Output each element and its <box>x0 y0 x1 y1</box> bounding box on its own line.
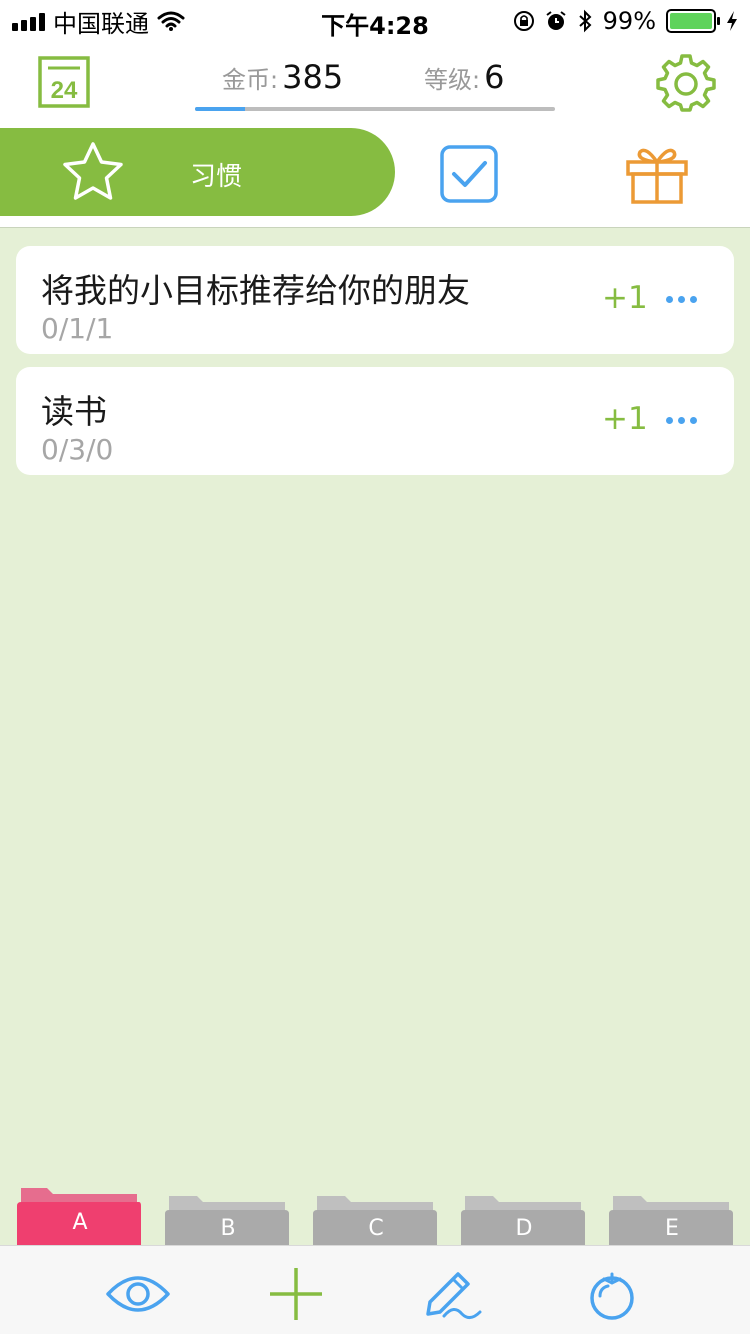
folder-tab-a[interactable]: A <box>17 1186 143 1246</box>
folder-label: C <box>368 1216 384 1241</box>
habit-progress: 0/1/1 <box>41 312 114 345</box>
add-icon[interactable] <box>264 1266 328 1322</box>
folder-label: D <box>515 1216 533 1241</box>
habit-title: 将我的小目标推荐给你的朋友 <box>41 271 470 310</box>
gift-icon[interactable] <box>624 142 690 206</box>
folder-tab-b[interactable]: B <box>165 1186 291 1246</box>
folder-label: A <box>72 1210 88 1235</box>
calendar-icon[interactable]: 24 <box>38 56 90 108</box>
habit-title: 读书 <box>41 392 107 431</box>
folder-tab-d[interactable]: D <box>461 1186 587 1246</box>
bottom-toolbar <box>0 1245 750 1334</box>
coins-stat: 金币: 385 <box>222 58 343 96</box>
folder-tab-e[interactable]: E <box>609 1186 735 1246</box>
tab-habits-label: 习惯 <box>190 162 243 192</box>
calendar-day: 24 <box>51 77 78 104</box>
charging-icon <box>727 11 737 31</box>
header: 24 金币: 385 等级: 6 <box>0 40 750 128</box>
battery-percent: 99% <box>602 7 656 35</box>
folder-label: E <box>665 1216 679 1241</box>
plus-one-button[interactable]: +1 <box>602 280 648 316</box>
tomato-icon[interactable] <box>580 1266 644 1322</box>
habit-list: 将我的小目标推荐给你的朋友 0/1/1 +1 读书 0/3/0 +1 <box>16 246 734 488</box>
star-icon <box>63 142 123 200</box>
level-value: 6 <box>484 58 505 96</box>
eye-icon[interactable] <box>106 1266 170 1322</box>
rotation-lock-icon <box>513 11 534 31</box>
stats: 金币: 385 等级: 6 <box>194 58 556 98</box>
level-label: 等级: <box>424 66 481 94</box>
more-icon[interactable] <box>666 296 697 303</box>
folder-tab-c[interactable]: C <box>313 1186 439 1246</box>
habit-card[interactable]: 将我的小目标推荐给你的朋友 0/1/1 +1 <box>16 246 734 354</box>
status-bar: 中国联通 下午4:28 99% <box>0 0 750 40</box>
tab-habits[interactable]: 习惯 <box>0 128 395 216</box>
level-stat: 等级: 6 <box>424 58 504 96</box>
status-right: 99% <box>513 6 738 36</box>
folder-label: B <box>220 1216 236 1241</box>
coins-value: 385 <box>282 58 344 96</box>
category-tabs: 习惯 <box>0 128 750 228</box>
alarm-icon <box>546 11 566 30</box>
bluetooth-icon <box>578 9 592 33</box>
habit-progress: 0/3/0 <box>41 433 114 466</box>
checkbox-icon[interactable] <box>440 145 498 203</box>
plus-one-button[interactable]: +1 <box>602 401 648 437</box>
coins-label: 金币: <box>222 66 279 94</box>
level-progress-bar <box>195 107 555 111</box>
edit-icon[interactable] <box>422 1266 486 1322</box>
more-icon[interactable] <box>666 417 697 424</box>
battery-icon <box>666 9 720 33</box>
gear-icon[interactable] <box>656 52 716 112</box>
level-progress-fill <box>195 107 246 111</box>
habit-card[interactable]: 读书 0/3/0 +1 <box>16 367 734 475</box>
